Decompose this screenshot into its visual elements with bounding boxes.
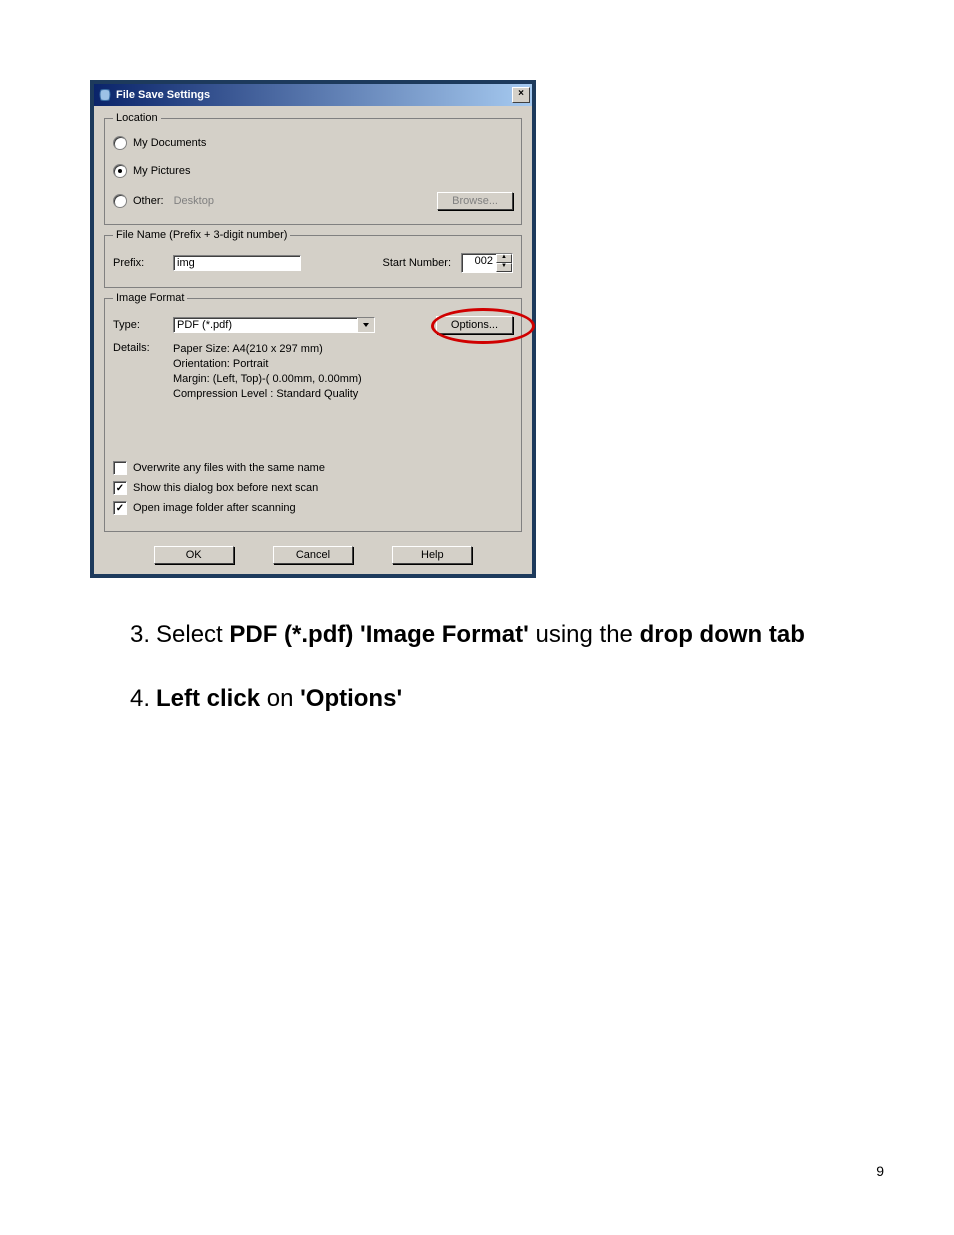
app-icon — [98, 88, 112, 102]
location-fieldset: Location My Documents My Pictures Other:… — [104, 112, 522, 225]
details-block: Paper Size: A4(210 x 297 mm) Orientation… — [173, 342, 362, 401]
start-number-spinner[interactable]: 002 ▲ ▼ — [461, 253, 513, 273]
instruction-step-4: 4. Left click on 'Options' — [130, 682, 884, 716]
details-line: Paper Size: A4(210 x 297 mm) — [173, 342, 362, 357]
start-number-label: Start Number: — [383, 257, 451, 269]
titlebar: File Save Settings × — [94, 84, 532, 106]
cancel-button[interactable]: Cancel — [273, 546, 353, 564]
filename-fieldset: File Name (Prefix + 3-digit number) Pref… — [104, 229, 522, 288]
details-line: Margin: (Left, Top)-( 0.00mm, 0.00mm) — [173, 372, 362, 387]
checkbox-open-folder-label: Open image folder after scanning — [133, 502, 296, 514]
type-label: Type: — [113, 319, 173, 331]
checkbox-show-dialog-label: Show this dialog box before next scan — [133, 482, 318, 494]
radio-other[interactable] — [113, 194, 127, 208]
spinner-up-icon[interactable]: ▲ — [496, 254, 512, 263]
ok-button[interactable]: OK — [154, 546, 234, 564]
step3-text: Select — [156, 621, 229, 648]
instructions-block: 3. Select PDF (*.pdf) 'Image Format' usi… — [90, 618, 884, 715]
step4-bold: 'Options' — [300, 685, 402, 712]
step4-bold: Left click — [156, 685, 260, 712]
page-number: 9 — [876, 1163, 884, 1179]
details-line: Compression Level : Standard Quality — [173, 387, 362, 402]
step3-text: using the — [529, 621, 640, 648]
start-number-value: 002 — [462, 254, 496, 272]
chevron-down-icon — [357, 318, 374, 332]
options-button[interactable]: Options... — [436, 316, 513, 334]
radio-other-label: Other: — [133, 195, 164, 207]
prefix-label: Prefix: — [113, 257, 173, 269]
checkbox-overwrite[interactable] — [113, 461, 127, 475]
details-line: Orientation: Portrait — [173, 357, 362, 372]
checkbox-show-dialog[interactable] — [113, 481, 127, 495]
step3-bold: drop down tab — [640, 621, 805, 648]
radio-my-documents-label: My Documents — [133, 137, 206, 149]
radio-my-pictures[interactable] — [113, 164, 127, 178]
type-dropdown-value: PDF (*.pdf) — [174, 318, 357, 332]
radio-my-documents[interactable] — [113, 136, 127, 150]
details-label: Details: — [113, 342, 173, 354]
file-save-settings-dialog: File Save Settings × Location My Documen… — [94, 84, 532, 574]
screenshot-container: File Save Settings × Location My Documen… — [90, 80, 536, 578]
step4-text: on — [260, 685, 300, 712]
instruction-step-3: 3. Select PDF (*.pdf) 'Image Format' usi… — [130, 618, 884, 652]
image-format-legend: Image Format — [113, 292, 187, 304]
other-path-text: Desktop — [174, 195, 214, 207]
spinner-down-icon[interactable]: ▼ — [496, 263, 512, 272]
filename-legend: File Name (Prefix + 3-digit number) — [113, 229, 290, 241]
radio-my-pictures-label: My Pictures — [133, 165, 190, 177]
step-number: 4. — [130, 682, 156, 716]
close-button[interactable]: × — [512, 87, 530, 103]
image-format-fieldset: Image Format Type: PDF (*.pdf) Opt — [104, 292, 522, 532]
close-icon: × — [518, 88, 524, 99]
step3-bold: PDF (*.pdf) 'Image Format' — [229, 621, 528, 648]
titlebar-text: File Save Settings — [116, 89, 512, 101]
checkbox-open-folder[interactable] — [113, 501, 127, 515]
location-legend: Location — [113, 112, 161, 124]
step-number: 3. — [130, 618, 156, 652]
type-dropdown[interactable]: PDF (*.pdf) — [173, 317, 375, 333]
help-button[interactable]: Help — [392, 546, 472, 564]
prefix-input[interactable]: img — [173, 255, 301, 271]
browse-button[interactable]: Browse... — [437, 192, 513, 210]
checkbox-overwrite-label: Overwrite any files with the same name — [133, 462, 325, 474]
